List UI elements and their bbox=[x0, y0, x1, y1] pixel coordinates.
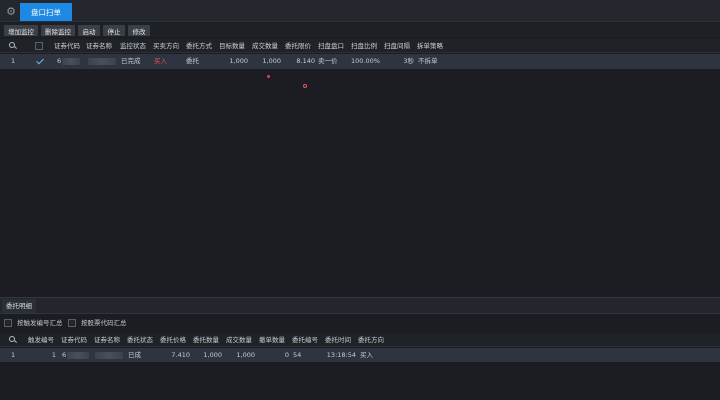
col-order-no[interactable]: 委托编号 bbox=[292, 333, 318, 347]
row-index: 1 bbox=[11, 57, 16, 65]
col-filled-qty[interactable]: 成交数量 bbox=[252, 39, 278, 53]
row-order-time: 13:18:54 bbox=[326, 351, 356, 359]
col-security-code[interactable]: 证券代码 bbox=[54, 39, 80, 53]
row-order-price: 7.410 bbox=[171, 351, 190, 359]
row-sweep-interval: 3秒 bbox=[403, 57, 414, 65]
redacted-code bbox=[67, 352, 89, 359]
row-order-qty: 1,000 bbox=[203, 351, 222, 359]
row-filled-qty: 1,000 bbox=[262, 57, 281, 65]
col-limit-price[interactable]: 委托限价 bbox=[285, 39, 311, 53]
redacted-code bbox=[62, 58, 80, 65]
row-checkbox[interactable] bbox=[35, 56, 44, 65]
col-order-direction[interactable]: 委托方向 bbox=[358, 333, 384, 347]
col-sweep-level[interactable]: 扫盘盘口 bbox=[318, 39, 344, 53]
row-method: 委托 bbox=[186, 57, 199, 65]
row-target-qty: 1,000 bbox=[229, 57, 248, 65]
row-code-prefix: 6 bbox=[57, 57, 62, 65]
filter-by-trigger-label: 按触发编号汇总 bbox=[17, 319, 63, 327]
delete-monitor-button[interactable]: 删除监控 bbox=[41, 25, 75, 36]
redacted-name bbox=[88, 58, 116, 65]
filter-by-stock[interactable]: 按股票代码汇总 bbox=[68, 318, 148, 328]
col-order-method[interactable]: 委托方式 bbox=[186, 39, 212, 53]
col-order-time[interactable]: 委托时间 bbox=[325, 333, 351, 347]
redacted-name bbox=[95, 352, 123, 359]
add-monitor-button[interactable]: 增加监控 bbox=[4, 25, 38, 36]
order-row[interactable]: 1 1 6 已成 7.410 1,000 1,000 0 54 13:18:54… bbox=[0, 348, 720, 362]
start-button[interactable]: 启动 bbox=[78, 25, 100, 36]
col-direction[interactable]: 买卖方向 bbox=[153, 39, 179, 53]
filter-by-trigger-checkbox[interactable] bbox=[4, 319, 12, 327]
col-monitor-status[interactable]: 监控状态 bbox=[120, 39, 146, 53]
row-split-strategy: 不拆单 bbox=[418, 57, 438, 65]
search-icon[interactable] bbox=[9, 336, 15, 342]
row-order-status: 已成 bbox=[128, 351, 141, 359]
col-order-status[interactable]: 委托状态 bbox=[127, 333, 153, 347]
row-cancel-qty: 0 bbox=[284, 351, 289, 359]
stop-button[interactable]: 停止 bbox=[103, 25, 125, 36]
row-sweep-ratio: 100.00% bbox=[351, 57, 380, 65]
row-direction: 买入 bbox=[154, 57, 167, 65]
col-order-price[interactable]: 委托价格 bbox=[160, 333, 186, 347]
row-status: 已完成 bbox=[121, 57, 141, 65]
tab-order-sweep[interactable]: 盘口扫单 bbox=[20, 3, 72, 21]
marker-dot bbox=[267, 75, 270, 78]
settings-gear-icon[interactable]: ⚙ bbox=[4, 4, 18, 18]
monitor-row[interactable]: 1 6 已完成 买入 委托 1,000 1,000 8.140 卖一价 100.… bbox=[0, 54, 720, 69]
row-code-prefix: 6 bbox=[62, 351, 67, 359]
cursor-marker bbox=[303, 84, 307, 88]
row-limit-price: 8.140 bbox=[296, 57, 315, 65]
filter-by-stock-checkbox[interactable] bbox=[68, 319, 76, 327]
col-security-name[interactable]: 证券名称 bbox=[94, 333, 120, 347]
col-split-strategy[interactable]: 拆单策略 bbox=[417, 39, 443, 53]
monitor-grid-header: 证券代码 证券名称 监控状态 买卖方向 委托方式 目标数量 成交数量 委托限价 … bbox=[0, 39, 720, 53]
col-sweep-ratio[interactable]: 扫盘比例 bbox=[351, 39, 377, 53]
order-grid-header: 触发编号 证券代码 证券名称 委托状态 委托价格 委托数量 成交数量 撤单数量 … bbox=[0, 333, 720, 347]
toolbar: 增加监控 删除监控 启动 停止 修改 bbox=[0, 23, 720, 37]
bottom-tab-bar: 委托明细 bbox=[0, 298, 720, 314]
row-filled-qty: 1,000 bbox=[236, 351, 255, 359]
row-trigger-no: 1 bbox=[51, 351, 56, 359]
col-security-code[interactable]: 证券代码 bbox=[61, 333, 87, 347]
select-all-checkbox[interactable] bbox=[35, 42, 43, 50]
col-security-name[interactable]: 证券名称 bbox=[86, 39, 112, 53]
row-order-no: 54 bbox=[293, 351, 302, 359]
col-target-qty[interactable]: 目标数量 bbox=[219, 39, 245, 53]
col-cancel-qty[interactable]: 撤单数量 bbox=[259, 333, 285, 347]
tab-order-details[interactable]: 委托明细 bbox=[2, 299, 36, 313]
edit-button[interactable]: 修改 bbox=[128, 25, 150, 36]
col-order-qty[interactable]: 委托数量 bbox=[193, 333, 219, 347]
row-order-direction: 买入 bbox=[360, 351, 373, 359]
filter-bar: 按触发编号汇总 按股票代码汇总 bbox=[0, 316, 720, 330]
top-tab-bar: ⚙ 盘口扫单 bbox=[0, 0, 720, 22]
row-sweep-level: 卖一价 bbox=[318, 57, 338, 65]
col-trigger-no[interactable]: 触发编号 bbox=[28, 333, 54, 347]
search-icon[interactable] bbox=[9, 42, 15, 48]
col-filled-qty[interactable]: 成交数量 bbox=[226, 333, 252, 347]
col-sweep-interval[interactable]: 扫盘间隔 bbox=[384, 39, 410, 53]
row-index: 1 bbox=[11, 351, 16, 359]
filter-by-stock-label: 按股票代码汇总 bbox=[81, 319, 127, 327]
check-icon bbox=[36, 56, 44, 65]
